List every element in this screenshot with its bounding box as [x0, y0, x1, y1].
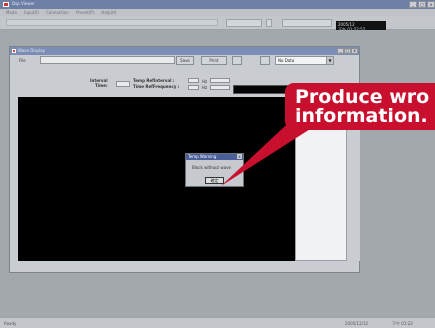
status-bar: Ready 2005/12/12 下午 01:22	[0, 317, 435, 328]
annotation-callout: Produce wro information.	[285, 83, 435, 130]
status-time: 下午 01:22	[392, 321, 413, 326]
callout-line-2: information.	[295, 105, 428, 127]
status-text: Ready	[4, 321, 17, 326]
status-date: 2005/12/12	[345, 321, 369, 326]
main-window: Dsp Viewer _ □ x Mode Input(I) Connectio…	[0, 0, 435, 328]
callout-pointer	[221, 112, 318, 186]
